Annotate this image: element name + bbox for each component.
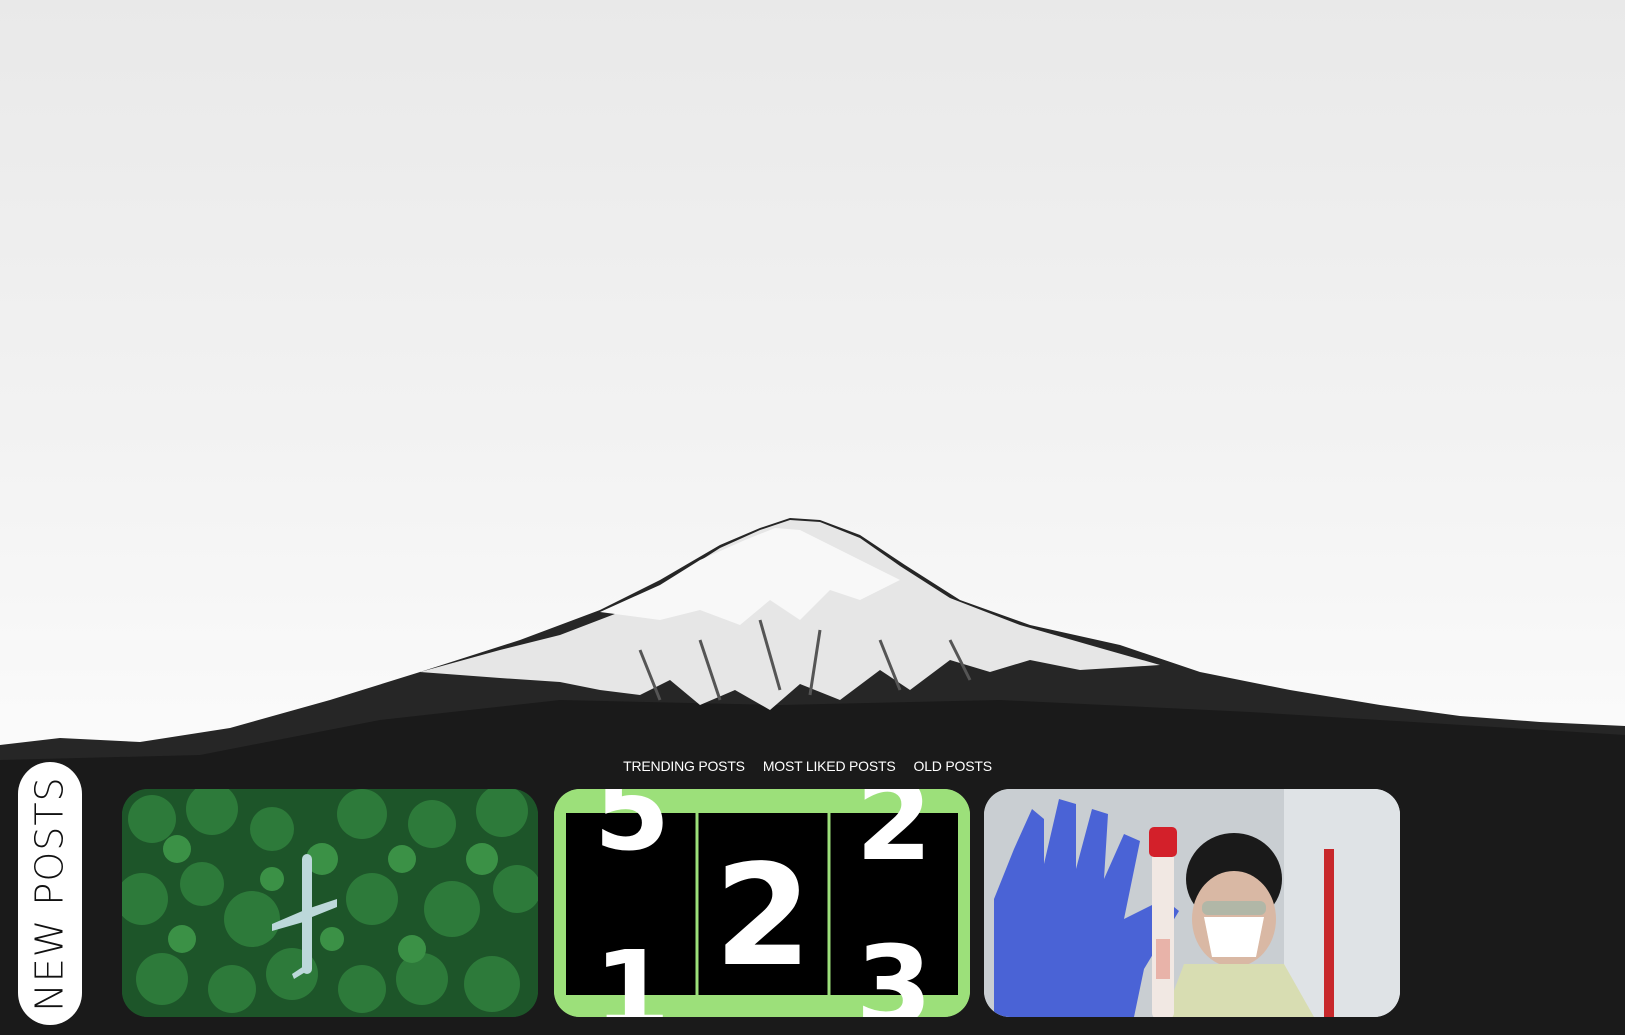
post-card-forest[interactable] bbox=[122, 789, 538, 1017]
medical-test-image bbox=[984, 789, 1400, 1017]
svg-text:5: 5 bbox=[594, 789, 671, 875]
new-posts-label: NEW POSTS bbox=[28, 775, 72, 1012]
number-flip-image: 5 1 2 2 3 bbox=[554, 789, 970, 1017]
post-card-medical[interactable] bbox=[984, 789, 1400, 1017]
svg-text:2: 2 bbox=[856, 789, 933, 885]
new-posts-tab[interactable]: NEW POSTS bbox=[18, 762, 82, 1025]
nav-old-posts[interactable]: OLD POSTS bbox=[914, 758, 993, 774]
svg-text:3: 3 bbox=[856, 922, 933, 1017]
svg-text:2: 2 bbox=[714, 835, 811, 998]
post-card-numbers[interactable]: 5 1 2 2 3 bbox=[554, 789, 970, 1017]
forest-plane-image bbox=[122, 789, 538, 1017]
svg-text:1: 1 bbox=[594, 927, 671, 1017]
post-filter-nav: TRENDING POSTS MOST LIKED POSTS OLD POST… bbox=[0, 758, 1625, 774]
nav-most-liked-posts[interactable]: MOST LIKED POSTS bbox=[763, 758, 896, 774]
nav-trending-posts[interactable]: TRENDING POSTS bbox=[623, 758, 745, 774]
